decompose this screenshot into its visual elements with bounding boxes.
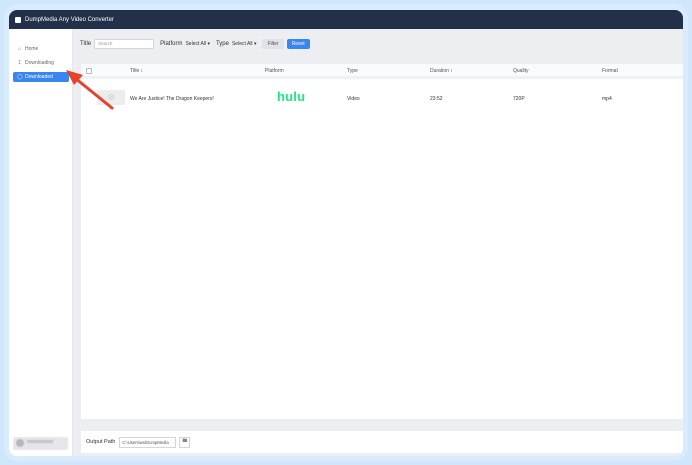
folder-icon[interactable]: 🖿 (179, 436, 191, 448)
reset-button[interactable]: Reset (286, 39, 310, 49)
row-type: Video (347, 96, 360, 102)
column-header-platform: Platform (265, 68, 284, 74)
sidebar: ⌂ Home ↧ Downloading ◯ Downloaded (9, 29, 73, 456)
table-row[interactable]: ⊘ We Are Justice! The Dragon Keepers! hu… (81, 86, 683, 116)
no-image-icon: ⊘ (107, 92, 115, 102)
download-icon: ↧ (17, 60, 22, 66)
filter-bar: Title Search Platform Select All ▾ Type … (73, 29, 683, 59)
platform-select[interactable]: Select All ▾ (185, 41, 209, 47)
app-logo-icon (15, 16, 21, 23)
video-thumbnail: ⊘ (97, 90, 125, 105)
row-quality: 720P (513, 96, 525, 102)
search-input[interactable]: Search (94, 39, 155, 49)
type-select-value: Select All (231, 41, 253, 47)
output-path-field[interactable]: C:\Users\ws\DumpMedia (119, 436, 177, 448)
filter-button[interactable]: Filter (262, 39, 284, 49)
column-header-type: Type (347, 68, 358, 74)
home-icon: ⌂ (17, 46, 22, 52)
clock-icon: ◯ (17, 74, 23, 80)
select-all-checkbox[interactable] (86, 68, 92, 74)
sidebar-item-downloaded[interactable]: ◯ Downloaded (13, 72, 69, 82)
account-avatar-blurred[interactable] (13, 437, 68, 450)
sidebar-item-label: Downloading (25, 60, 54, 66)
output-path-bar: Output Path C:\Users\ws\DumpMedia 🖿 (81, 431, 683, 453)
chevron-down-icon: ▾ (207, 41, 210, 47)
hulu-logo: hulu (277, 89, 306, 104)
title-bar: DumpMedia Any Video Converter (9, 10, 683, 29)
platform-filter-label: Platform (160, 41, 183, 47)
app-window: DumpMedia Any Video Converter ⌂ Home ↧ D… (9, 10, 683, 456)
row-title: We Are Justice! The Dragon Keepers! (130, 96, 214, 102)
column-header-quality: Quality (513, 68, 529, 74)
title-filter-label: Title (80, 41, 92, 47)
account-name-blurred (27, 440, 53, 443)
avatar (16, 439, 24, 447)
type-select[interactable]: Select All ▾ (232, 41, 256, 47)
sidebar-item-downloading[interactable]: ↧ Downloading (13, 58, 69, 68)
column-header-title[interactable]: Title ↕ (130, 68, 143, 74)
downloads-table: Title ↕ Platform Type Duration ↕ Quality… (81, 64, 683, 419)
column-header-duration[interactable]: Duration ↕ (430, 68, 453, 74)
output-path-label: Output Path (86, 439, 116, 445)
row-format: mp4 (602, 96, 612, 102)
chevron-down-icon: ▾ (253, 41, 257, 47)
sidebar-item-label: Downloaded (25, 74, 53, 80)
app-title: DumpMedia Any Video Converter (25, 16, 114, 23)
main-panel: Title Search Platform Select All ▾ Type … (73, 29, 683, 456)
column-header-format: Format (602, 68, 618, 74)
platform-select-value: Select All (185, 41, 207, 47)
row-duration: 23:52 (430, 96, 443, 102)
sidebar-item-home[interactable]: ⌂ Home (13, 44, 69, 54)
type-filter-label: Type (215, 41, 229, 47)
table-header: Title ↕ Platform Type Duration ↕ Quality… (81, 64, 683, 79)
sidebar-item-label: Home (25, 46, 39, 52)
